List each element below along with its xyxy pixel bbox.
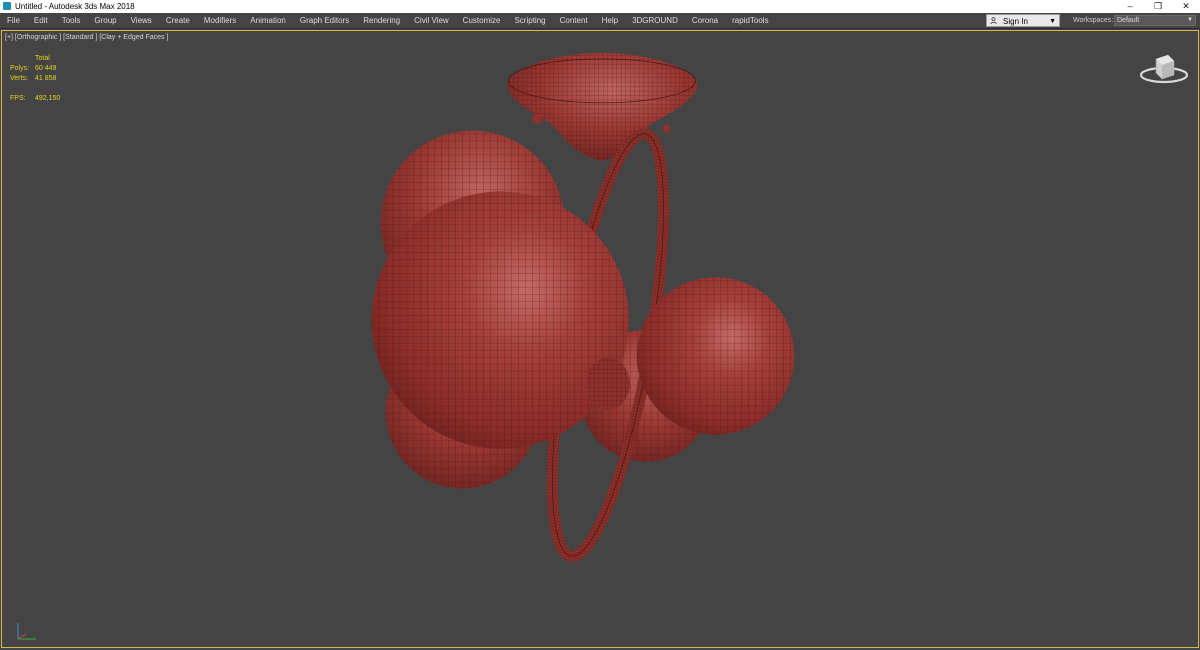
sign-in-label: Sign In — [1003, 17, 1028, 26]
workspaces-label: Workspaces: — [1073, 17, 1114, 24]
menu-views[interactable]: Views — [124, 13, 159, 28]
menu-civil-view[interactable]: Civil View — [407, 13, 456, 28]
menu-group[interactable]: Group — [87, 13, 123, 28]
menu-scripting[interactable]: Scripting — [507, 13, 552, 28]
menu-customize[interactable]: Customize — [456, 13, 508, 28]
fps-value: 492,150 — [35, 95, 61, 102]
sphere-mesh — [371, 191, 629, 449]
verts-value: 41 858 — [35, 75, 57, 82]
menu-rapidtools[interactable]: rapidTools — [725, 13, 775, 28]
verts-label: Verts: — [10, 75, 28, 82]
user-icon — [990, 17, 997, 24]
menu-content[interactable]: Content — [553, 13, 595, 28]
menu-bar: File Edit Tools Group Views Create Modif… — [0, 13, 1200, 29]
sphere-mesh — [636, 277, 795, 435]
polys-value: 60 449 — [35, 65, 57, 72]
main-menu: File Edit Tools Group Views Create Modif… — [0, 13, 776, 28]
app-icon — [3, 2, 11, 10]
menu-help[interactable]: Help — [595, 13, 625, 28]
window-title: Untitled - Autodesk 3ds Max 2018 — [15, 2, 135, 11]
menu-rendering[interactable]: Rendering — [356, 13, 407, 28]
window-controls: – ❐ ✕ — [1116, 0, 1200, 13]
viewcube-icon[interactable] — [1138, 49, 1190, 85]
viewport-label-menu[interactable]: [+] [Orthographic ] [Standard ] [Clay + … — [5, 34, 168, 41]
menu-create[interactable]: Create — [159, 13, 197, 28]
chevron-down-icon: ▼ — [1049, 18, 1056, 25]
title-bar: Untitled - Autodesk 3ds Max 2018 – ❐ ✕ — [0, 0, 1200, 13]
canopy-mesh — [507, 52, 698, 161]
chevron-down-icon: ▼ — [1187, 17, 1193, 23]
menu-edit[interactable]: Edit — [27, 13, 55, 28]
scene-canvas[interactable] — [2, 31, 1198, 647]
minimize-button[interactable]: – — [1116, 0, 1144, 13]
sign-in-dropdown[interactable]: Sign In ▼ — [986, 14, 1060, 27]
menu-tools[interactable]: Tools — [55, 13, 88, 28]
menu-graph-editors[interactable]: Graph Editors — [293, 13, 356, 28]
axis-tripod-icon — [17, 623, 36, 640]
restore-button[interactable]: ❐ — [1144, 0, 1172, 13]
fps-label: FPS: — [10, 95, 26, 102]
workspaces-select[interactable]: Default ▼ — [1114, 15, 1196, 26]
hub-mesh — [586, 357, 630, 410]
stats-header: Total — [35, 55, 50, 62]
polys-label: Polys: — [10, 65, 30, 72]
menu-file[interactable]: File — [0, 13, 27, 28]
menu-animation[interactable]: Animation — [243, 13, 293, 28]
workspaces-value: Default — [1117, 17, 1140, 24]
menu-3dground[interactable]: 3DGROUND — [625, 13, 685, 28]
close-button[interactable]: ✕ — [1172, 0, 1200, 13]
menu-corona[interactable]: Corona — [685, 13, 725, 28]
viewport-perspective[interactable]: [+] [Orthographic ] [Standard ] [Clay + … — [1, 30, 1199, 648]
menu-modifiers[interactable]: Modifiers — [197, 13, 243, 28]
